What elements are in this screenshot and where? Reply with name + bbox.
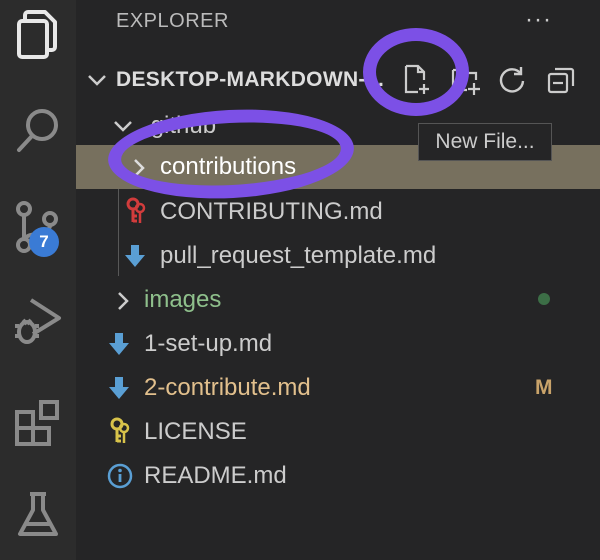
testing-icon[interactable] <box>0 480 76 550</box>
collapse-all-icon <box>547 67 575 94</box>
refresh-button[interactable] <box>492 60 532 100</box>
tree-label: 1-set-up.md <box>144 330 273 357</box>
markdown-file-icon <box>125 245 145 267</box>
explorer-icon[interactable] <box>0 0 76 70</box>
chevron-right-icon <box>118 292 129 310</box>
tree-file-contribute[interactable]: 2-contribute.md <box>76 366 600 410</box>
chevron-down-icon <box>88 75 106 86</box>
source-control-badge: 7 <box>29 227 59 257</box>
key-icon <box>126 197 146 223</box>
tree-file-contributing[interactable]: CONTRIBUTING.md <box>76 190 600 234</box>
workspace-folder-title: DESKTOP-MARKDOWN-... <box>116 68 385 91</box>
tree-label: CONTRIBUTING.md <box>160 198 383 225</box>
new-file-tooltip: New File... <box>418 123 552 161</box>
search-icon[interactable] <box>0 95 76 165</box>
explorer-sidebar: EXPLORER ··· DESKTOP-MARKDOWN-... .githu… <box>76 0 600 560</box>
tree-label: images <box>144 286 222 313</box>
collapse-all-button[interactable] <box>541 60 581 100</box>
markdown-file-icon <box>109 333 129 355</box>
tree-folder-images[interactable]: images <box>76 278 600 322</box>
untracked-status-dot <box>538 293 550 305</box>
extensions-icon[interactable] <box>0 388 76 458</box>
activity-bar: 7 <box>0 0 76 560</box>
tree-label: README.md <box>144 462 287 489</box>
tree-file-license[interactable]: LICENSE <box>76 410 600 454</box>
tree-file-readme[interactable]: README.md <box>76 454 600 498</box>
explorer-header: EXPLORER <box>116 10 229 32</box>
tree-file-pull-request-template[interactable]: pull_request_template.md <box>76 234 600 278</box>
markdown-file-icon <box>109 377 129 399</box>
tree-label: LICENSE <box>144 418 247 445</box>
modified-status-badge: M <box>535 376 553 399</box>
license-key-icon <box>110 417 130 443</box>
tree-label: pull_request_template.md <box>160 242 437 269</box>
info-icon <box>107 463 133 489</box>
refresh-icon <box>499 67 525 93</box>
tree-file-set-up[interactable]: 1-set-up.md <box>76 322 600 366</box>
more-actions-icon[interactable]: ··· <box>525 6 552 34</box>
highlight-circle-new-file <box>363 28 469 116</box>
tree-label: 2-contribute.md <box>144 374 311 401</box>
run-debug-icon[interactable] <box>0 287 76 357</box>
